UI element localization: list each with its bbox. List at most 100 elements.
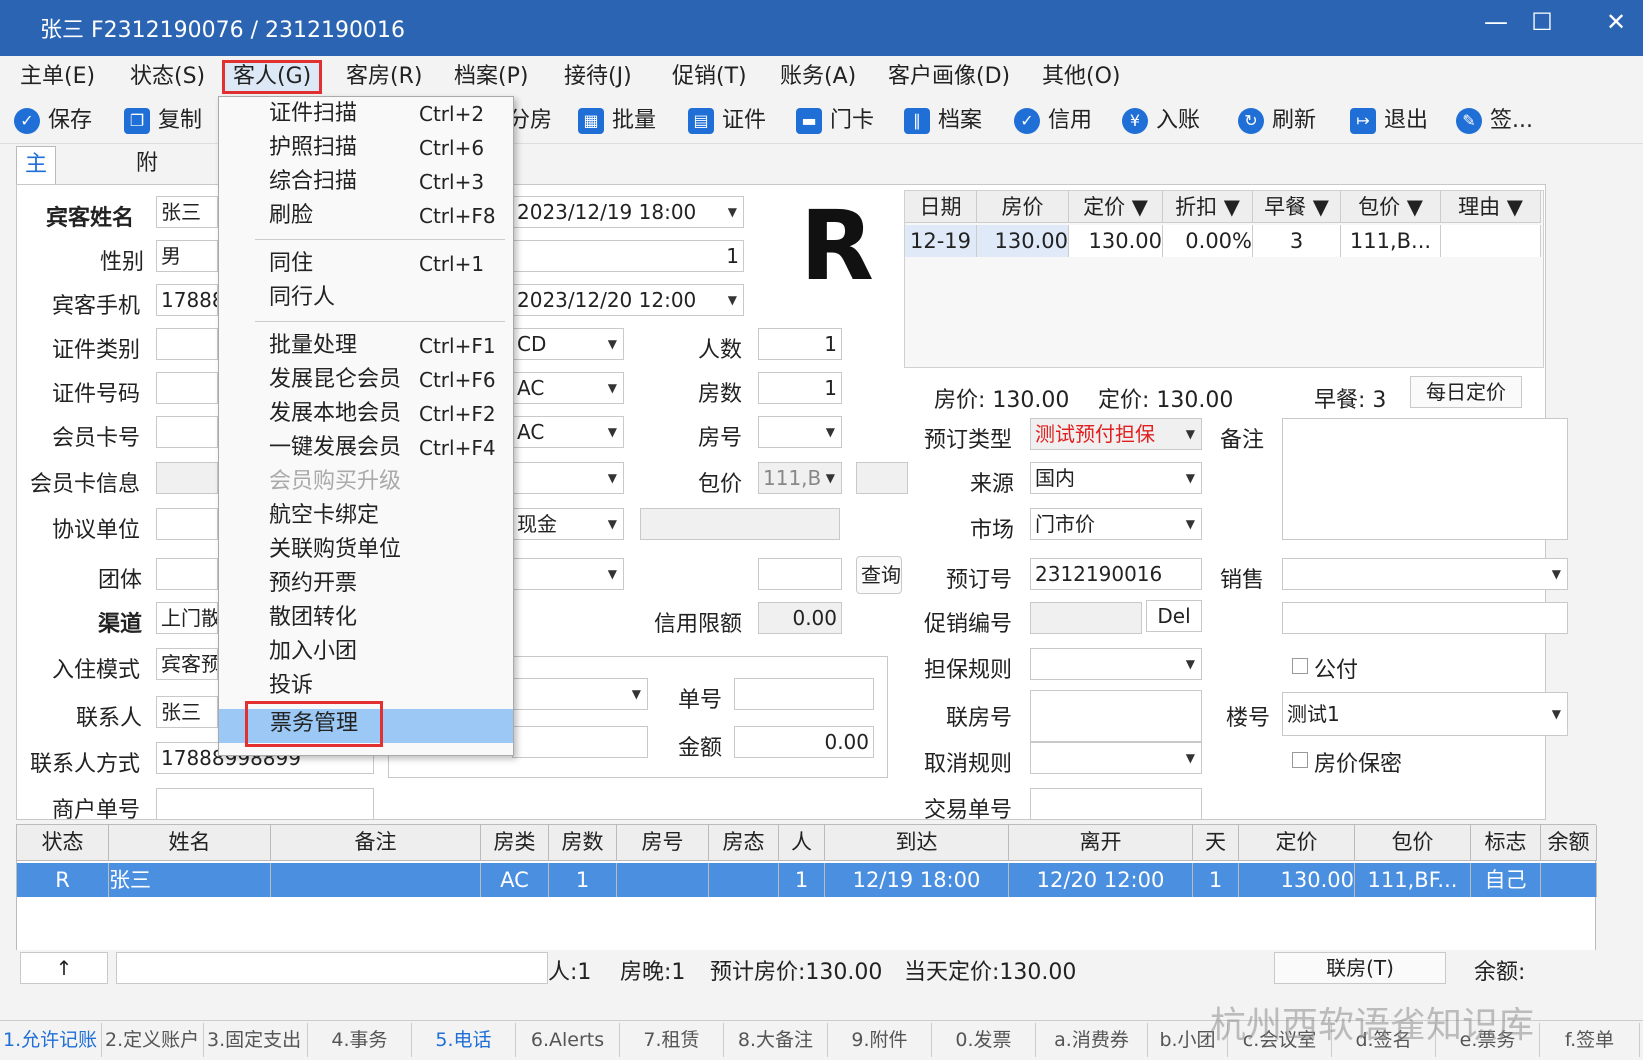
exit-button[interactable]: ↦ 退出 — [1350, 104, 1428, 138]
rate-col-date[interactable]: 日期 — [905, 191, 977, 222]
menu-reception[interactable]: 接待(J) — [556, 60, 640, 94]
tab-define-account[interactable]: 2.定义账户 — [102, 1023, 204, 1057]
tab-big-remark[interactable]: 8.大备注 — [724, 1023, 828, 1057]
tab-sign-bill[interactable]: f.签单 — [1540, 1023, 1640, 1057]
up-arrow-button[interactable]: ↑ — [20, 952, 108, 984]
rate-col-discount[interactable]: 折扣 ▼ — [1163, 191, 1253, 222]
menu-profile[interactable]: 客户画像(D) — [880, 60, 1018, 94]
post-button[interactable]: ¥ 入账 — [1122, 104, 1200, 138]
channel-input[interactable]: 上门散 — [156, 602, 218, 634]
guest-col-persons[interactable]: 人 — [779, 825, 825, 860]
cancel-rule-select[interactable] — [1030, 742, 1202, 774]
menu-item-companion[interactable]: 同行人 — [219, 281, 513, 315]
guest-col-status[interactable]: 状态 — [17, 825, 109, 860]
link-room-button[interactable]: 联房(T) — [1274, 952, 1446, 984]
guest-col-fixed[interactable]: 定价 — [1239, 825, 1355, 860]
amount-input[interactable]: 0.00 — [734, 726, 874, 758]
guest-col-roomstate[interactable]: 房态 — [709, 825, 779, 860]
status-input[interactable] — [116, 952, 548, 984]
sales-extra-input[interactable] — [1282, 602, 1568, 634]
guest-name-input[interactable]: 张三 — [156, 196, 218, 228]
rate-row[interactable]: 12-19 130.00 130.00 0.00% 3 111,B... — [905, 225, 1541, 257]
guest-col-arrive[interactable]: 到达 — [825, 825, 1009, 860]
rate-col-reason[interactable]: 理由 ▼ — [1441, 191, 1541, 222]
payment-select[interactable]: 现金 — [512, 508, 624, 540]
maximize-button[interactable]: ☐ — [1522, 8, 1562, 36]
menu-item-ticket-management[interactable]: 票务管理 — [219, 701, 513, 747]
menu-promotion[interactable]: 促销(T) — [664, 60, 755, 94]
market-select[interactable]: 门市价 — [1030, 508, 1202, 540]
copy-button[interactable]: ❐ 复制 — [124, 104, 202, 138]
query-input[interactable] — [758, 558, 842, 590]
sales-select[interactable] — [1282, 558, 1568, 590]
tab-fixed-expense[interactable]: 3.固定支出 — [204, 1023, 308, 1057]
menu-item-face-scan[interactable]: 刷脸 Ctrl+F8 — [219, 199, 513, 233]
close-button[interactable]: ✕ — [1596, 8, 1636, 36]
extra-select[interactable] — [512, 462, 624, 494]
certificate-button[interactable]: ▤ 证件 — [688, 104, 766, 138]
booking-type-select[interactable]: 测试预付担保 — [1030, 418, 1202, 450]
group-select[interactable] — [512, 558, 624, 590]
archive-button[interactable]: ∥ 档案 — [904, 104, 982, 138]
tab-affairs[interactable]: 4.事务 — [308, 1023, 412, 1057]
trade-no-input[interactable] — [1030, 788, 1202, 820]
bill-no-input[interactable] — [734, 678, 874, 710]
menu-item-group-convert[interactable]: 散团转化 — [219, 601, 513, 635]
credit-button[interactable]: ✓ 信用 — [1014, 104, 1092, 138]
id-number-input[interactable] — [156, 372, 218, 404]
agreement-input[interactable] — [156, 508, 218, 540]
menu-item-join-group[interactable]: 加入小团 — [219, 635, 513, 669]
tab-phone[interactable]: 5.电话 — [412, 1023, 516, 1057]
door-card-button[interactable]: ▬ 门卡 — [796, 104, 874, 138]
arrive-datetime[interactable]: 2023/12/19 18:00 — [512, 196, 744, 228]
room-no-select[interactable] — [758, 416, 842, 448]
rate-secret-checkbox[interactable] — [1292, 752, 1308, 768]
menu-item-airline-card[interactable]: 航空卡绑定 — [219, 499, 513, 533]
remark-textarea[interactable] — [1282, 418, 1568, 540]
menu-status[interactable]: 状态(S) — [122, 60, 213, 94]
query-button[interactable]: 查询 — [856, 556, 902, 594]
tab-voucher[interactable]: a.消费券 — [1036, 1023, 1148, 1057]
tab-main-info[interactable]: 主要信息 — [16, 146, 57, 285]
rate-col-fixed[interactable]: 定价 ▼ — [1069, 191, 1163, 222]
link-room-input[interactable] — [1030, 690, 1202, 742]
batch-button[interactable]: ▦ 批量 — [578, 104, 656, 138]
room-type-select[interactable]: CD — [512, 328, 624, 360]
tab-lease[interactable]: 7.租赁 — [620, 1023, 724, 1057]
rate-col-price[interactable]: 房价 — [977, 191, 1069, 222]
merchant-no-input[interactable] — [156, 788, 374, 820]
tab-invoice[interactable]: 0.发票 — [932, 1023, 1036, 1057]
tab-extra-info[interactable]: 附加信息 — [128, 146, 166, 284]
tab-attachment[interactable]: 9.附件 — [828, 1023, 932, 1057]
guest-col-roomno[interactable]: 房号 — [617, 825, 709, 860]
minimize-button[interactable]: — — [1476, 8, 1516, 36]
sign-button[interactable]: ✎ 签... — [1456, 104, 1533, 138]
menu-item-link-purchaser[interactable]: 关联购货单位 — [219, 533, 513, 567]
package-select[interactable]: 111,B — [758, 462, 842, 494]
tab-alerts[interactable]: 6.Alerts — [516, 1023, 620, 1057]
guest-col-balance[interactable]: 余额 — [1541, 825, 1597, 860]
checkin-mode-input[interactable]: 宾客预 — [156, 648, 218, 680]
del-button[interactable]: Del — [1146, 600, 1202, 632]
booking-no-input[interactable]: 2312190016 — [1030, 558, 1202, 590]
guest-col-rooms[interactable]: 房数 — [549, 825, 617, 860]
phone-input[interactable]: 17888 — [156, 284, 218, 316]
guest-col-remark[interactable]: 备注 — [271, 825, 481, 860]
menu-item-complaint[interactable]: 投诉 — [219, 669, 513, 703]
group-input[interactable] — [156, 558, 218, 590]
guest-col-name[interactable]: 姓名 — [109, 825, 271, 860]
guest-col-roomtype[interactable]: 房类 — [481, 825, 549, 860]
menu-item-batch[interactable]: 批量处理 Ctrl+F1 — [219, 329, 513, 363]
contact-input[interactable]: 张三 — [156, 696, 218, 728]
menu-item-kunlun-member[interactable]: 发展昆仑会员 Ctrl+F6 — [219, 363, 513, 397]
guest-col-depart[interactable]: 离开 — [1009, 825, 1193, 860]
menu-guest[interactable]: 客人(G) — [222, 60, 323, 94]
menu-other[interactable]: 其他(O) — [1034, 60, 1128, 94]
rate-col-package[interactable]: 包价 ▼ — [1341, 191, 1441, 222]
building-select[interactable]: 测试1 — [1282, 692, 1568, 736]
guest-col-package[interactable]: 包价 — [1355, 825, 1471, 860]
rooms-input[interactable]: 1 — [758, 372, 842, 404]
nights-input[interactable]: 1 — [512, 240, 744, 272]
id-type-input[interactable] — [156, 328, 218, 360]
menu-item-combined-scan[interactable]: 综合扫描 Ctrl+3 — [219, 165, 513, 199]
